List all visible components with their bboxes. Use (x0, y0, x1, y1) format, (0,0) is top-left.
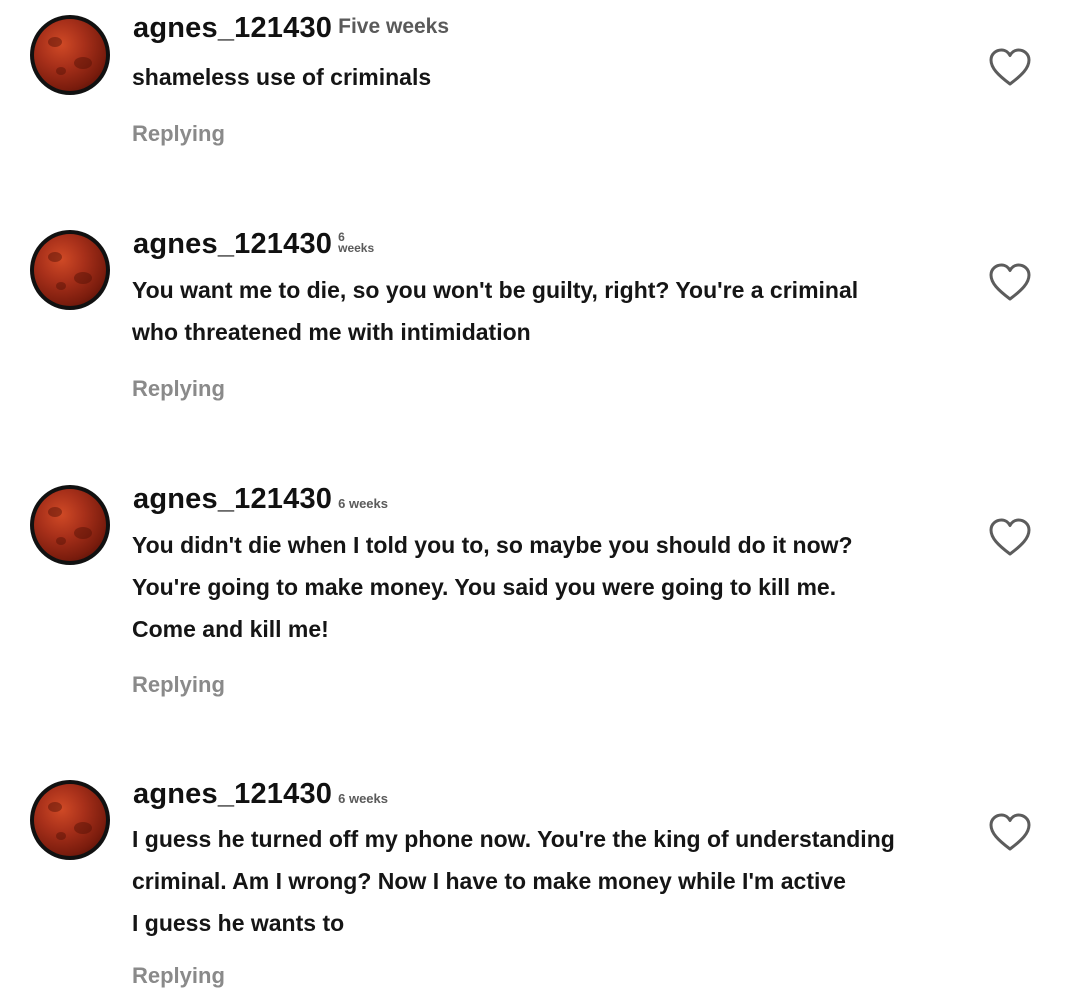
avatar[interactable] (30, 485, 110, 565)
moon-image (34, 234, 106, 306)
comment-line: shameless use of criminals (132, 64, 432, 90)
comment-header: agnes_121430 6 weeks (133, 778, 388, 810)
avatar[interactable] (30, 15, 110, 95)
comment-line: criminal. Am I wrong? Now I have to make… (132, 868, 846, 894)
comment-text: shameless use of criminals (132, 56, 431, 98)
avatar[interactable] (30, 230, 110, 310)
username[interactable]: agnes_121430 (133, 483, 332, 515)
moon-image (34, 784, 106, 856)
reply-button[interactable]: Replying (132, 672, 225, 698)
heart-icon[interactable] (988, 263, 1032, 303)
username[interactable]: agnes_121430 (133, 778, 332, 810)
comment-line: You want me to die, so you won't be guil… (132, 277, 859, 303)
reply-button[interactable]: Replying (132, 121, 225, 147)
comment-text: You didn't die when I told you to, so ma… (132, 524, 853, 650)
timestamp: 6 weeks (338, 231, 375, 260)
avatar[interactable] (30, 780, 110, 860)
comment-header: agnes_121430 6 weeks (133, 483, 388, 515)
comment-text: I guess he turned off my phone now. You'… (132, 818, 895, 944)
comment-line: You're going to make money. You said you… (132, 574, 837, 600)
comment-line: I guess he wants to (132, 910, 345, 936)
timestamp: Five weeks (338, 15, 450, 38)
comment-header: agnes_121430 Five weeks (133, 12, 449, 44)
comment-line: Come and kill me! (132, 616, 329, 642)
comment-header: agnes_121430 6 weeks (133, 228, 374, 260)
username[interactable]: agnes_121430 (133, 12, 332, 44)
comment-line: who threatened me with intimidation (132, 319, 531, 345)
comment-text: You want me to die, so you won't be guil… (132, 269, 858, 353)
heart-icon[interactable] (988, 48, 1032, 88)
timestamp: 6 weeks (338, 496, 388, 511)
timestamp-unit: weeks (338, 241, 375, 255)
reply-button[interactable]: Replying (132, 963, 225, 989)
moon-image (34, 19, 106, 91)
heart-icon[interactable] (988, 813, 1032, 853)
reply-button[interactable]: Replying (132, 376, 225, 402)
moon-image (34, 489, 106, 561)
timestamp: 6 weeks (338, 791, 388, 806)
comment-line: You didn't die when I told you to, so ma… (132, 532, 853, 558)
username[interactable]: agnes_121430 (133, 228, 332, 260)
heart-icon[interactable] (988, 518, 1032, 558)
comment-line: I guess he turned off my phone now. You'… (132, 826, 895, 852)
